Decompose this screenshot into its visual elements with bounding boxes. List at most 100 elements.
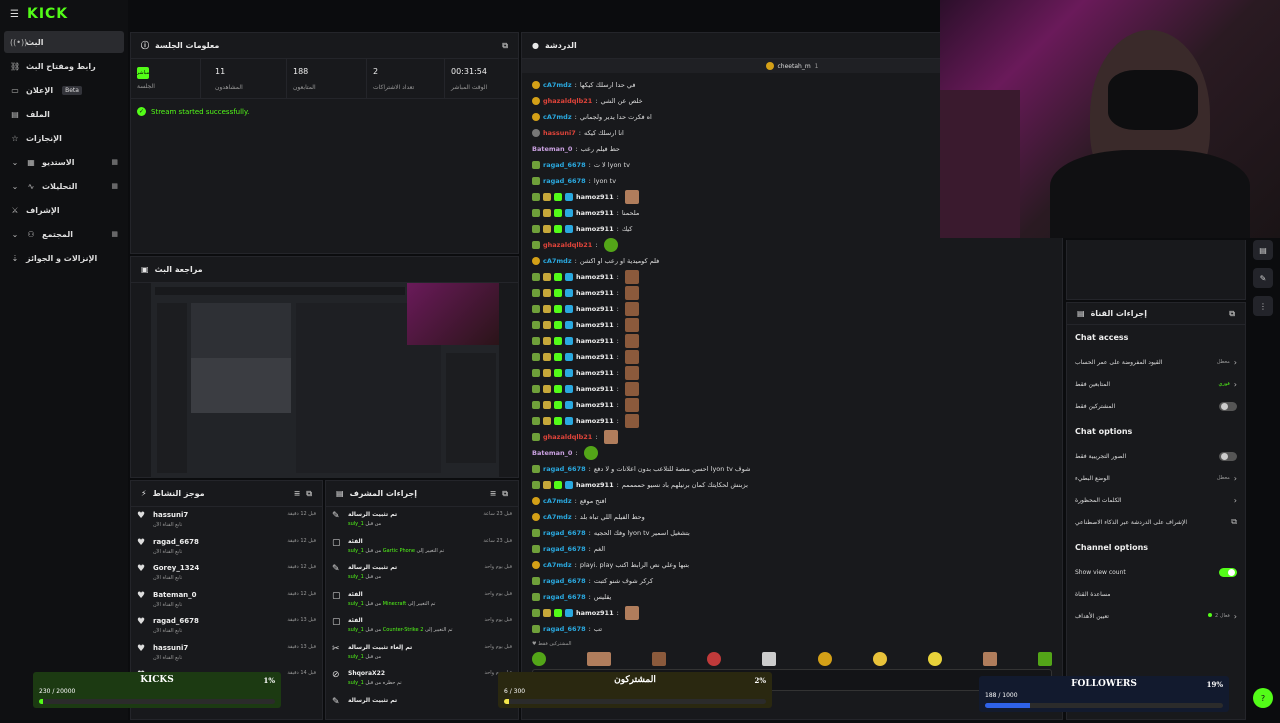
activity-item[interactable]: ♥ hassuni7 تابع القناة الآن قبل 12 دقيقة bbox=[137, 511, 316, 537]
activity-item[interactable]: ♥ hassuni7 تابع القناة الآن قبل 13 دقيقة bbox=[137, 644, 316, 670]
side-panel-icon[interactable]: ▤ bbox=[1253, 240, 1273, 260]
chat-message[interactable]: hamoz911: bbox=[532, 333, 1052, 349]
chat-username[interactable]: hamoz911 bbox=[576, 481, 614, 489]
chat-message[interactable]: cA7mdz: playi. play بتبها وعلي نص الرابط … bbox=[532, 557, 1052, 573]
sidebar-item[interactable]: ☆ الإنجازات bbox=[4, 127, 124, 149]
chat-username[interactable]: cA7mdz bbox=[543, 497, 572, 505]
activity-item[interactable]: ♥ ragad_6678 تابع القناة الآن قبل 12 دقيقة bbox=[137, 538, 316, 564]
chat-username[interactable]: hamoz911 bbox=[576, 417, 614, 425]
chat-username[interactable]: hamoz911 bbox=[576, 321, 614, 329]
help-icon[interactable]: ? bbox=[1253, 688, 1273, 708]
mod-action-item[interactable]: ▢ الفئة suly_1 من قبل Gartic Phone تم التغ… bbox=[332, 538, 512, 564]
chat-message[interactable]: ghazaldqlb21: bbox=[532, 237, 1052, 253]
chat-message[interactable]: ragad_6678: تب bbox=[532, 621, 1052, 637]
chat-message[interactable]: ragad_6678: وفك الحجيه lyon tv بتشغيل اسم… bbox=[532, 525, 1052, 541]
filter-icon[interactable]: ≡ bbox=[490, 489, 497, 498]
emote-icon[interactable] bbox=[1037, 652, 1052, 666]
chat-username[interactable]: hamoz911 bbox=[576, 353, 614, 361]
emote-icon[interactable] bbox=[872, 652, 887, 666]
mod-action-item[interactable]: ✎ تم تثبيت الرسالة suly_1 من قبل قبل 23 ساع… bbox=[332, 511, 512, 537]
sidebar-item[interactable]: ⇣ الإنزالات و الجوائز bbox=[4, 247, 124, 269]
chat-username[interactable]: ragad_6678 bbox=[543, 625, 586, 633]
chat-username[interactable]: hamoz911 bbox=[576, 273, 614, 281]
chat-message[interactable]: ragad_6678: الغم bbox=[532, 541, 1052, 557]
toggle-switch[interactable] bbox=[1219, 567, 1237, 577]
channel-setting-row[interactable]: مساعدة القناة bbox=[1075, 583, 1237, 605]
mod-action-item[interactable]: ✎ تم تثبيت الرسالة suly_1 من قبل قبل يوم وا… bbox=[332, 564, 512, 590]
toggle-switch[interactable] bbox=[1219, 401, 1237, 411]
channel-setting-row[interactable]: الكلمات المحظورة › bbox=[1075, 489, 1237, 511]
chat-username[interactable]: hamoz911 bbox=[576, 305, 614, 313]
chat-message[interactable]: hamoz911: bbox=[532, 349, 1052, 365]
tool-icon[interactable]: ✎ bbox=[1253, 268, 1273, 288]
chat-message[interactable]: hamoz911: bbox=[532, 365, 1052, 381]
chat-username[interactable]: ragad_6678 bbox=[543, 177, 586, 185]
chat-message[interactable]: hamoz911: bbox=[532, 413, 1052, 429]
emote-icon[interactable] bbox=[707, 652, 722, 666]
channel-setting-row[interactable]: المتابعين فقط فوري › bbox=[1075, 373, 1237, 395]
toggle-switch[interactable] bbox=[1219, 451, 1237, 461]
channel-setting-row[interactable]: تعيين الأهداف فعال 2 › bbox=[1075, 605, 1237, 627]
chat-username[interactable]: hamoz911 bbox=[576, 193, 614, 201]
channel-setting-row[interactable]: القيود المفروضة على عمر الحساب معطل › bbox=[1075, 351, 1237, 373]
chat-username[interactable]: hamoz911 bbox=[576, 289, 614, 297]
chat-message[interactable]: ghazaldqlb21: bbox=[532, 429, 1052, 445]
mod-action-item[interactable]: ▢ الفئة suly_1 من قبل Minecraft تم التغيير… bbox=[332, 591, 512, 617]
emote-icon[interactable] bbox=[927, 652, 942, 666]
sidebar-item[interactable]: ⚔ الإشراف bbox=[4, 199, 124, 221]
chat-username[interactable]: ragad_6678 bbox=[543, 545, 586, 553]
chat-message[interactable]: hamoz911: بزبنش لحكايتك كمان برنيلهم باد … bbox=[532, 477, 1052, 493]
chat-username[interactable]: cA7mdz bbox=[543, 81, 572, 89]
channel-setting-row[interactable]: Show view count bbox=[1075, 561, 1237, 583]
chat-username[interactable]: ragad_6678 bbox=[543, 465, 586, 473]
chat-username[interactable]: cA7mdz bbox=[543, 513, 572, 521]
chat-username[interactable]: hamoz911 bbox=[576, 609, 614, 617]
emote-icon[interactable] bbox=[532, 652, 546, 666]
chat-username[interactable]: cA7mdz bbox=[543, 113, 572, 121]
popout-icon[interactable]: ⧉ bbox=[502, 489, 508, 499]
chat-username[interactable]: ragad_6678 bbox=[543, 593, 586, 601]
sidebar-item[interactable]: ⌄ ⚇ المجتمع ▦ bbox=[4, 223, 124, 245]
chat-username[interactable]: cA7mdz bbox=[543, 257, 572, 265]
sidebar-item[interactable]: ⌄ ▦ الاستديو ▦ bbox=[4, 151, 124, 173]
chat-username[interactable]: hamoz911 bbox=[576, 337, 614, 345]
activity-item[interactable]: ♥ Bateman_0 تابع القناة الآن قبل 12 دقيقة bbox=[137, 591, 316, 617]
chat-username[interactable]: ghazaldqlb21 bbox=[543, 433, 592, 441]
emote-icon[interactable] bbox=[817, 652, 832, 666]
mod-action-item[interactable]: ▢ الفئة suly_1 من قبل Counter-Strike 2 تم … bbox=[332, 617, 512, 643]
channel-setting-row[interactable]: الصور التجريبية فقط bbox=[1075, 445, 1237, 467]
chat-message[interactable]: ragad_6678: احسن منصة للتلاعب بدون اعلانا… bbox=[532, 461, 1052, 477]
sidebar-item[interactable]: ((•)) البث bbox=[4, 31, 124, 53]
chat-username[interactable]: cA7mdz bbox=[543, 561, 572, 569]
emote-icon[interactable] bbox=[982, 652, 997, 666]
channel-setting-row[interactable]: المشتركين فقط bbox=[1075, 395, 1237, 417]
share-icon[interactable]: ⋮ bbox=[1253, 296, 1273, 316]
chat-username[interactable]: hamoz911 bbox=[576, 401, 614, 409]
chat-username[interactable]: Bateman_0 bbox=[532, 449, 572, 457]
chat-message[interactable]: hamoz911: bbox=[532, 301, 1052, 317]
popout-icon[interactable]: ⧉ bbox=[502, 41, 508, 51]
mod-action-item[interactable]: ✂ تم إلغاء تثبيت الرسالة suly_1 من قبل قبل … bbox=[332, 644, 512, 670]
channel-setting-row[interactable]: الوضع البطيء معطل › bbox=[1075, 467, 1237, 489]
chat-username[interactable]: ragad_6678 bbox=[543, 577, 586, 585]
filter-icon[interactable]: ≡ bbox=[294, 489, 301, 498]
brand-logo[interactable]: KICK bbox=[27, 6, 68, 22]
sidebar-item[interactable]: ⛓ رابط ومفتاح البث bbox=[4, 55, 124, 77]
sidebar-item[interactable]: ⌄ ∿ التحليلات ▦ bbox=[4, 175, 124, 197]
chat-message[interactable]: hamoz911: bbox=[532, 605, 1052, 621]
sidebar-item[interactable]: ▤ الملف bbox=[4, 103, 124, 125]
chat-message[interactable]: ragad_6678: كركر شوف شنو كتبت bbox=[532, 573, 1052, 589]
chat-username[interactable]: hamoz911 bbox=[576, 369, 614, 377]
mod-action-item[interactable]: ⊘ShqoraX22suly_1 تم حظره من قبلقبل يوم و… bbox=[332, 670, 512, 696]
emote-icon[interactable] bbox=[652, 652, 667, 666]
chat-message[interactable]: hamoz911: bbox=[532, 285, 1052, 301]
chat-username[interactable]: hamoz911 bbox=[576, 385, 614, 393]
chat-message[interactable]: hamoz911: bbox=[532, 269, 1052, 285]
chat-message[interactable]: ragad_6678: يقليس bbox=[532, 589, 1052, 605]
chat-username[interactable]: hamoz911 bbox=[576, 209, 614, 217]
chat-message[interactable]: cA7mdz: افتح موقع bbox=[532, 493, 1052, 509]
activity-item[interactable]: ♥ ragad_6678 تابع القناة الآن قبل 13 دقيقة bbox=[137, 617, 316, 643]
chat-message[interactable]: Bateman_0: bbox=[532, 445, 1052, 461]
chat-username[interactable]: ragad_6678 bbox=[543, 161, 586, 169]
chat-username[interactable]: Bateman_0 bbox=[532, 145, 572, 153]
